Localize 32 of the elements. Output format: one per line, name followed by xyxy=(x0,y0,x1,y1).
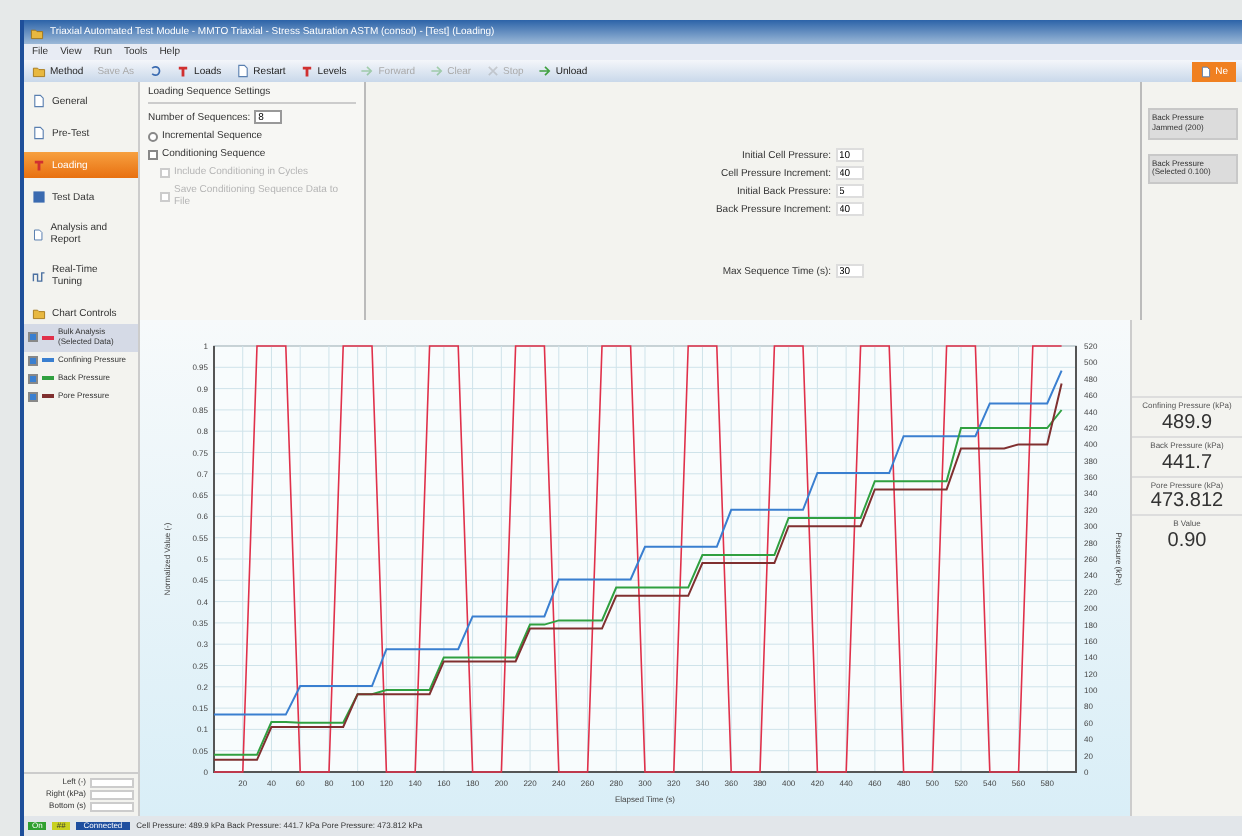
input-field[interactable] xyxy=(90,790,134,800)
undo-icon xyxy=(148,64,163,78)
arrow-icon xyxy=(429,64,444,78)
page-icon xyxy=(235,64,250,78)
readout-value: 441.7 xyxy=(1161,451,1213,476)
radio-button[interactable] xyxy=(148,131,158,141)
page-icon xyxy=(32,126,46,140)
page-icon xyxy=(32,227,45,241)
grid-icon xyxy=(32,190,46,204)
checkbox[interactable] xyxy=(148,149,158,159)
arrow-icon xyxy=(537,64,552,78)
bar-icon xyxy=(176,64,191,78)
bar-icon xyxy=(299,64,314,78)
arrow-icon xyxy=(360,64,375,78)
folder-icon xyxy=(32,306,46,320)
checkbox[interactable] xyxy=(28,373,38,384)
page-icon xyxy=(1199,65,1212,77)
checkbox[interactable] xyxy=(28,332,38,343)
page-icon xyxy=(32,94,46,108)
readout-value: 0.90 xyxy=(1167,530,1207,555)
close-icon xyxy=(485,64,500,78)
wave-icon xyxy=(32,269,46,283)
checkbox[interactable] xyxy=(28,391,38,402)
bar-icon xyxy=(32,158,46,172)
readout-value: 473.812 xyxy=(1150,490,1224,515)
readout-value: 489.9 xyxy=(1161,411,1213,436)
input-field[interactable] xyxy=(90,802,134,812)
app-icon xyxy=(30,25,44,39)
input-field[interactable] xyxy=(90,778,134,788)
folder-icon xyxy=(32,64,46,78)
toolbar-button[interactable] xyxy=(146,64,165,78)
checkbox[interactable] xyxy=(28,355,38,366)
